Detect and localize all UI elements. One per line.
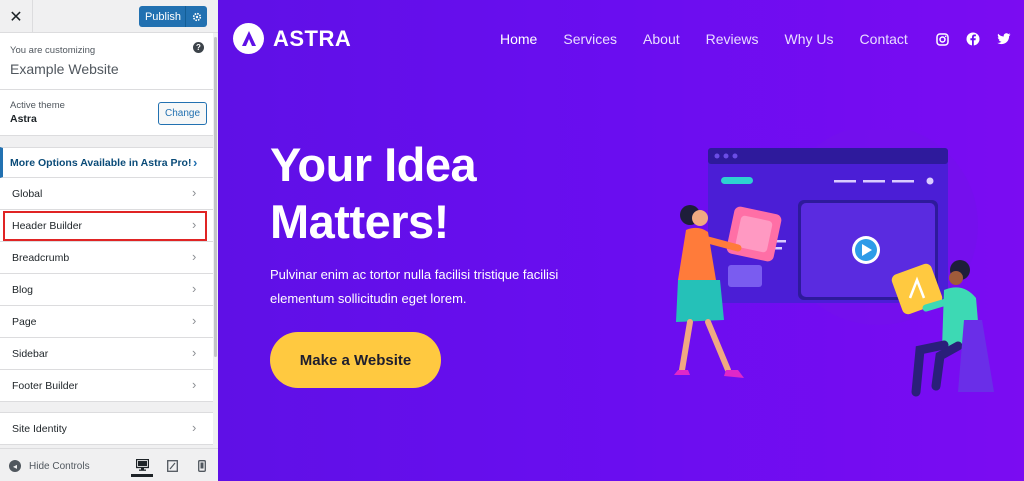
nav-contact[interactable]: Contact [860,31,908,47]
menu-item-sidebar[interactable]: Sidebar › [0,338,213,370]
customizing-label: You are customizing [10,45,96,56]
chevron-right-icon: › [192,345,197,360]
menu-item-label: Page [12,316,37,328]
nav-why-us[interactable]: Why Us [785,31,834,47]
menu-item-label: Site Identity [12,423,67,435]
hero-description: Pulvinar enim ac tortor nulla facilisi t… [270,267,559,306]
hero-illustration [674,130,994,397]
menu-item-label: Footer Builder [12,380,78,392]
chevron-right-icon: › [192,377,197,392]
nav-reviews[interactable]: Reviews [706,31,759,47]
nav-about[interactable]: About [643,31,680,47]
menu-item-blog[interactable]: Blog › [0,274,213,306]
mobile-icon [198,460,206,472]
publish-settings-button[interactable] [185,6,207,27]
menu-item-label: Global [12,188,43,200]
twitter-link[interactable] [996,31,1012,47]
change-theme-button[interactable]: Change [158,102,207,125]
menu-item-header-builder[interactable]: Header Builder › [0,210,213,242]
site-logo[interactable]: ASTRA [233,23,351,54]
instagram-link[interactable] [934,31,950,47]
chevron-right-icon: › [192,249,197,264]
menu-item-label: Breadcrumb [12,252,70,264]
facebook-icon [966,32,980,46]
customizer-header: ✕ Publish [0,0,218,33]
collapse-icon: ◂ [9,460,21,472]
twitter-icon [997,33,1011,45]
customizer-panel: You are customizing Example Website ? Ac… [0,33,213,448]
hide-controls-button[interactable]: ◂ Hide Controls [9,460,90,472]
logo-text: ASTRA [273,25,352,51]
chevron-right-icon: › [193,155,198,170]
chevron-right-icon: › [192,185,197,200]
nav-home[interactable]: Home [500,31,537,47]
menu-item-label: Header Builder [12,220,83,232]
close-customizer-button[interactable]: ✕ [0,0,33,33]
theme-name: Astra [10,113,37,125]
menu-item-label: Blog [12,284,34,296]
chevron-right-icon: › [192,217,197,232]
preview-mobile-button[interactable] [191,455,213,477]
hero-title: Your Idea Matters! [270,138,477,248]
astra-logo-icon [233,23,264,54]
publish-label: Publish [144,10,182,23]
make-website-button[interactable]: Make a Website [270,332,441,388]
chevron-right-icon: › [192,420,197,435]
preview-desktop-button[interactable] [131,455,153,477]
menu-item-global[interactable]: Global › [0,178,213,210]
site-preview: ASTRA Home Services About Reviews Why Us… [218,0,1024,481]
publish-button[interactable]: Publish [139,6,207,27]
active-theme-label: Active theme [10,100,65,111]
preview-tablet-button[interactable] [161,455,183,477]
scrollbar-thumb[interactable] [214,37,217,357]
chevron-right-icon: › [192,281,197,296]
menu-item-page[interactable]: Page › [0,306,213,338]
hide-controls-label: Hide Controls [29,460,90,472]
pro-label: More Options Available in Astra Pro! [10,157,192,169]
instagram-icon [935,32,949,46]
gear-icon [192,12,201,21]
tablet-icon [166,460,178,472]
customizer-sidebar: ✕ Publish You are customizing Example We… [0,0,218,481]
site-name: Example Website [10,61,119,77]
customizing-info: You are customizing Example Website ? [0,33,213,90]
main-nav: Home Services About Reviews Why Us Conta… [500,31,934,47]
astra-pro-upsell[interactable]: More Options Available in Astra Pro! › [0,147,213,178]
help-icon[interactable]: ? [193,42,204,53]
close-icon: ✕ [9,8,23,26]
customizer-footer: ◂ Hide Controls [0,448,218,481]
menu-item-label: Sidebar [12,348,49,360]
chevron-right-icon: › [192,313,197,328]
menu-item-site-identity[interactable]: Site Identity › [0,412,213,445]
menu-item-breadcrumb[interactable]: Breadcrumb › [0,242,213,274]
menu-item-footer-builder[interactable]: Footer Builder › [0,370,213,402]
facebook-link[interactable] [965,31,981,47]
nav-services[interactable]: Services [563,31,617,47]
desktop-icon [135,458,149,471]
